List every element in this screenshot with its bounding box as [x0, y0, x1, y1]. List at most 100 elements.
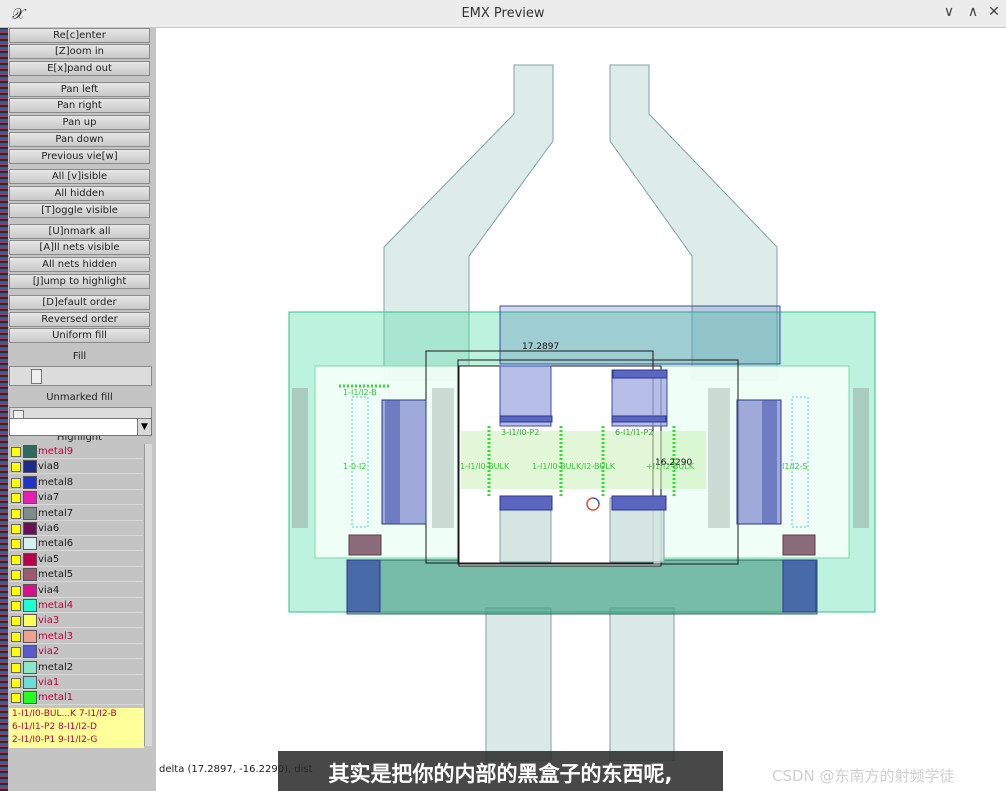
- layer-color-swatch: [23, 460, 37, 474]
- via-cap: [612, 369, 668, 379]
- previous-view-button[interactable]: Previous vie[w]: [9, 149, 150, 164]
- fill-label: Fill: [72, 351, 87, 362]
- layer-color-swatch: [23, 552, 37, 566]
- layer-row-metal7[interactable]: metal7: [9, 505, 143, 521]
- gate-finger-2: [611, 415, 667, 423]
- default-order-button[interactable]: [D]efault order: [9, 295, 150, 310]
- layer-color-swatch: [23, 614, 37, 628]
- net-item[interactable]: 2-I1/I0-P1 9-I1/I2-G: [9, 734, 144, 747]
- layer-name: metal3: [38, 630, 74, 642]
- layer-name: metal4: [38, 600, 74, 611]
- uniform-fill-button[interactable]: Uniform fill: [9, 328, 150, 343]
- layer-row-metal8[interactable]: metal8: [9, 474, 143, 490]
- layer-row-metal1[interactable]: metal1: [9, 690, 143, 706]
- all-hidden-button[interactable]: All hidden: [9, 186, 150, 201]
- layer-visible-checkbox[interactable]: [11, 647, 21, 658]
- layer-row-via7[interactable]: via7: [9, 490, 143, 506]
- maximize-icon[interactable]: ∧: [964, 4, 982, 20]
- layer-name: via2: [38, 646, 60, 658]
- layer-color-swatch: [23, 645, 37, 659]
- layer-visible-checkbox[interactable]: [11, 493, 21, 504]
- layer-row-via5[interactable]: via5: [9, 551, 143, 567]
- layer-row-metal6[interactable]: metal6: [9, 536, 143, 552]
- subtitle-text: 其实是把你的内部的黑盒子的东西呢,: [328, 762, 673, 786]
- fill-slider-thumb[interactable]: [31, 369, 42, 384]
- layer-row-metal2[interactable]: metal2: [9, 659, 143, 675]
- close-icon[interactable]: ✕: [985, 4, 1003, 20]
- layer-visible-checkbox[interactable]: [11, 524, 21, 534]
- layer-name: metal2: [38, 661, 74, 673]
- left-contact: [346, 559, 381, 613]
- layer-row-via1[interactable]: via1: [9, 675, 143, 690]
- layer-row-metal5[interactable]: metal5: [9, 567, 143, 583]
- layer-name: via8: [38, 461, 60, 473]
- layer-visible-checkbox[interactable]: [11, 539, 21, 550]
- port-label-c: 6-I1/I1-P2: [615, 428, 653, 437]
- layer-visible-checkbox[interactable]: [11, 508, 21, 519]
- layer-name: metal6: [38, 538, 74, 550]
- layer-row-via6[interactable]: via6: [9, 521, 143, 536]
- layer-visible-checkbox[interactable]: [11, 462, 21, 473]
- net-item[interactable]: 6-I1/I1-P2 8-I1/I2-D: [9, 721, 144, 734]
- layer-visible-checkbox[interactable]: [11, 616, 21, 627]
- highlight-select[interactable]: ▼: [9, 418, 152, 436]
- layout-canvas[interactable]: 17.2897 16.2290 1-I1/I2-B 3-I1/I0-P2 6-I…: [156, 28, 1006, 791]
- left-pad: [348, 534, 382, 556]
- layer-visible-checkbox[interactable]: [11, 601, 21, 611]
- layer-name: via1: [38, 677, 60, 688]
- layer-visible-checkbox[interactable]: [11, 678, 21, 688]
- layer-name: metal9: [38, 446, 74, 457]
- layer-color-strip: [0, 28, 8, 791]
- port-label-b: 3-I1/I0-P2: [501, 428, 539, 437]
- pan-down-button[interactable]: Pan down: [9, 132, 150, 147]
- right-device-inner: [762, 400, 777, 524]
- layer-color-swatch: [23, 537, 37, 551]
- dropdown-arrow-icon[interactable]: ▼: [137, 419, 151, 435]
- pan-up-button[interactable]: Pan up: [9, 115, 150, 130]
- layer-visible-checkbox[interactable]: [11, 447, 21, 457]
- layer-row-via4[interactable]: via4: [9, 582, 143, 598]
- layer-visible-checkbox[interactable]: [11, 477, 21, 488]
- layer-row-via3[interactable]: via3: [9, 613, 143, 629]
- layer-name: metal1: [38, 692, 74, 704]
- layer-name: via6: [38, 523, 60, 534]
- unmark-all-button[interactable]: [U]nmark all: [9, 224, 150, 239]
- minimize-icon[interactable]: ∨: [940, 4, 958, 20]
- layer-visible-checkbox[interactable]: [11, 631, 21, 642]
- pan-left-button[interactable]: Pan left: [9, 82, 150, 97]
- jump-to-highlight-button[interactable]: [J]ump to highlight: [9, 274, 150, 289]
- left-guard: [432, 388, 454, 528]
- unmarked-fill-label: Unmarked fill: [46, 392, 113, 403]
- layer-visible-checkbox[interactable]: [11, 554, 21, 565]
- layer-row-via2[interactable]: via2: [9, 644, 143, 660]
- layer-row-metal4[interactable]: metal4: [9, 598, 143, 613]
- right-guard: [708, 388, 730, 528]
- layer-visible-checkbox[interactable]: [11, 570, 21, 581]
- net-item[interactable]: 1-I1/I0-BUL...K 7-I1/I2-B: [9, 708, 144, 721]
- layer-list-scrollbar[interactable]: [144, 444, 152, 746]
- port-label-e: 1-I1/I0-BULK/I2-BULK: [532, 462, 616, 471]
- layer-row-metal3[interactable]: metal3: [9, 628, 143, 644]
- layer-row-via8[interactable]: via8: [9, 459, 143, 475]
- layer-visible-checkbox[interactable]: [11, 585, 21, 596]
- layer-visible-checkbox[interactable]: [11, 662, 21, 673]
- layer-row-metal9[interactable]: metal9: [9, 444, 143, 459]
- all-visible-button[interactable]: All [v]isible: [9, 169, 150, 184]
- layer-name: metal5: [38, 569, 74, 581]
- layer-visible-checkbox[interactable]: [11, 693, 21, 704]
- reversed-order-button[interactable]: Reversed order: [9, 312, 150, 327]
- layout-drawing[interactable]: 17.2897 16.2290 1-I1/I2-B 3-I1/I0-P2 6-I…: [156, 28, 1006, 762]
- layer-color-swatch: [23, 522, 37, 535]
- layer-color-swatch: [23, 676, 37, 689]
- fill-slider[interactable]: [9, 366, 152, 386]
- pan-right-button[interactable]: Pan right: [9, 98, 150, 113]
- right-pad: [782, 534, 816, 556]
- all-nets-hidden-button[interactable]: All nets hidden: [9, 257, 150, 272]
- recenter-button[interactable]: Re[c]enter: [9, 28, 150, 43]
- all-nets-visible-button[interactable]: [A]ll nets visible: [9, 240, 150, 255]
- toggle-visible-button[interactable]: [T]oggle visible: [9, 203, 150, 218]
- bottom-bus: [346, 559, 818, 615]
- nets-list: 1-I1/I0-BUL...K 7-I1/I2-B 6-I1/I1-P2 8-I…: [9, 708, 144, 748]
- expand-out-button[interactable]: E[x]pand out: [9, 61, 150, 76]
- zoom-in-button[interactable]: [Z]oom in: [9, 44, 150, 59]
